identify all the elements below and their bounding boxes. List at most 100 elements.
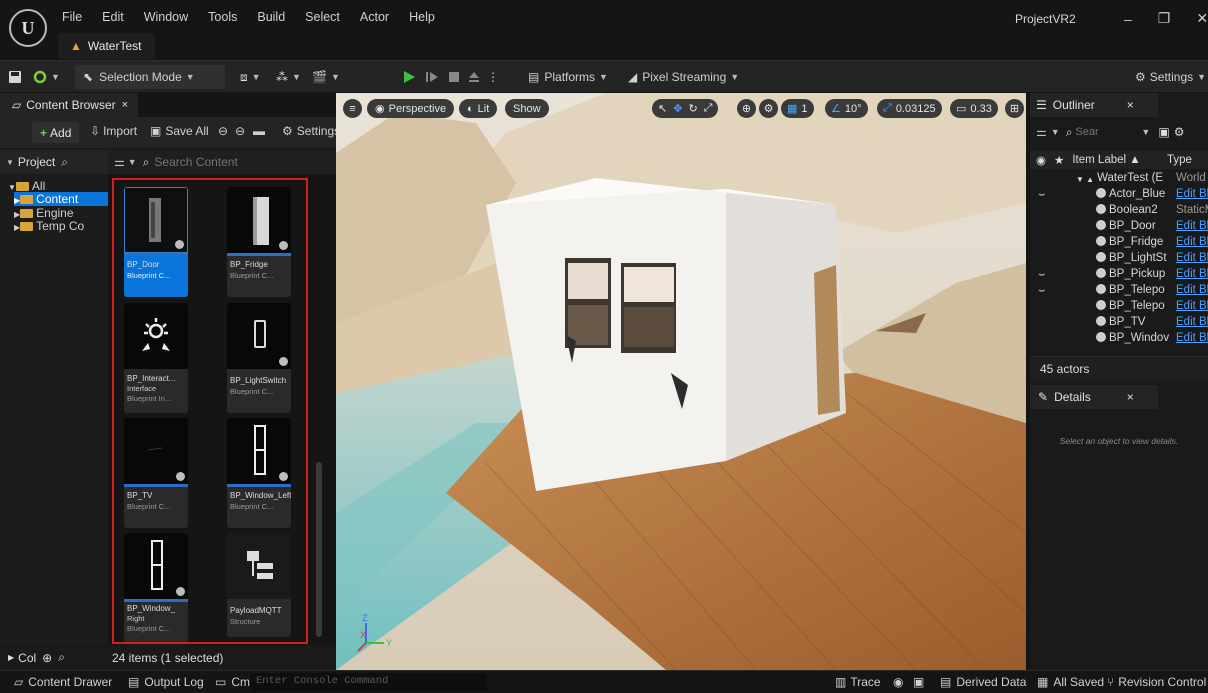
level-viewport[interactable]: Z Y X (336, 93, 1026, 670)
outliner-row[interactable]: Boolean2 StaticM (1030, 204, 1208, 220)
outliner-row-type[interactable]: Edit Bl (1176, 268, 1208, 280)
close-icon[interactable]: ✕ (1196, 10, 1208, 27)
grid-snap-button[interactable]: ▦ 1 (781, 99, 814, 118)
tab-outliner[interactable]: ☰ Outliner × (1030, 93, 1158, 117)
outliner-row[interactable]: BP_TV Edit Bl (1030, 316, 1208, 332)
search-content-input[interactable] (154, 155, 305, 169)
all-saved-button[interactable]: ▦ All Saved (1037, 675, 1104, 689)
menu-edit[interactable]: Edit (102, 10, 124, 24)
cb-settings-button[interactable]: ⚙ Settings (282, 124, 336, 138)
star-icon[interactable]: ★ (1054, 153, 1064, 167)
rotate-tool-icon[interactable]: ↻ (688, 102, 697, 115)
play-button[interactable] (402, 61, 416, 93)
outliner-row[interactable]: BP_Telepo Edit Bl (1030, 300, 1208, 316)
save-all-button[interactable]: ▣ Save All (150, 124, 209, 138)
maximize-viewport-icon[interactable]: ⊞ (1005, 99, 1024, 118)
add-actor-button[interactable]: ⧈ ▼ (240, 61, 261, 93)
outliner-col-label[interactable]: Item Label ▲ (1072, 154, 1140, 166)
visibility-icon[interactable]: ◉ (1036, 153, 1046, 167)
console-input[interactable]: Enter Console Command (250, 673, 487, 691)
outliner-row[interactable]: BP_Windov Edit Bl (1030, 332, 1208, 348)
tree-item-all[interactable]: ▼ All (8, 179, 45, 193)
outliner-row[interactable]: ⌣ Actor_Blue Edit Bl (1030, 188, 1208, 204)
revision-control-button[interactable]: ⑂ Revision Control (1107, 675, 1206, 689)
platforms-dropdown[interactable]: ▤ Platforms ▼ (528, 61, 608, 93)
menu-actor[interactable]: Actor (360, 10, 389, 24)
minimize-icon[interactable]: – (1124, 11, 1132, 27)
camera-speed-button[interactable]: ▭ 0.33 (950, 99, 998, 118)
close-tab-icon[interactable]: × (1127, 390, 1134, 404)
menu-file[interactable]: File (62, 10, 82, 24)
sources-header[interactable]: ▼ Project ⌕ (0, 150, 108, 174)
history-back-icon[interactable]: ⊖ (218, 124, 228, 138)
close-tab-icon[interactable]: × (122, 99, 128, 111)
outliner-search-input[interactable] (1075, 126, 1122, 138)
outliner-col-type[interactable]: Type (1167, 154, 1192, 166)
viewport-menu-button[interactable]: ≡ (343, 99, 362, 118)
outliner-row-type[interactable]: Edit Bl (1176, 300, 1208, 312)
scale-tool-icon[interactable]: ⤢ (704, 102, 713, 115)
translate-tool-icon[interactable]: ✥ (673, 102, 682, 115)
menu-window[interactable]: Window (144, 10, 188, 24)
menu-help[interactable]: Help (409, 10, 435, 24)
scale-snap-button[interactable]: ⤢ 0.03125 (877, 99, 942, 118)
close-tab-icon[interactable]: × (1127, 98, 1134, 112)
outliner-row[interactable]: ▼ ▲ WaterTest (E World (1030, 172, 1208, 188)
filter-icon[interactable]: ⚌ (114, 155, 125, 169)
history-forward-icon[interactable]: ⊖ (235, 124, 245, 138)
cinematics-button[interactable]: 🎬 ▼ (312, 61, 340, 93)
rotation-snap-button[interactable]: ∠ 10° (825, 99, 868, 118)
output-log-button[interactable]: ▤ Output Log (128, 675, 204, 689)
tree-item-temp[interactable]: ▶ Temp Co (14, 219, 84, 233)
outliner-row[interactable]: ⌣ BP_Telepo Edit Bl (1030, 284, 1208, 300)
outliner-row-type[interactable]: Edit Bl (1176, 220, 1208, 232)
play-options-icon[interactable]: ⋮ (487, 61, 499, 93)
visibility-toggle-icon[interactable]: ⌣ (1038, 284, 1046, 297)
visibility-toggle-icon[interactable]: ⌣ (1038, 188, 1046, 201)
asset-grid-scrollbar[interactable] (316, 462, 322, 637)
tab-content-browser[interactable]: ▱ Content Browser × (0, 93, 139, 117)
search-icon[interactable]: ⌕ (58, 650, 65, 665)
import-button[interactable]: ⇩ Import (90, 124, 137, 138)
step-button[interactable] (425, 61, 439, 93)
add-folder-icon[interactable]: ▣ (1158, 125, 1169, 139)
world-local-icon[interactable]: ⊕ (737, 99, 756, 118)
content-drawer-button[interactable]: ▱ Content Drawer (14, 675, 112, 689)
collections-header[interactable]: ▶ Col ⊕ ⌕ (8, 645, 65, 670)
source-control-button[interactable]: ▼ (33, 61, 60, 93)
settings-dropdown[interactable]: ⚙ Settings ▼ (1135, 61, 1206, 93)
visibility-toggle-icon[interactable]: ⌣ (1038, 268, 1046, 281)
menu-select[interactable]: Select (305, 10, 340, 24)
unreal-logo-icon[interactable]: U (9, 9, 47, 47)
outliner-row-type[interactable]: Edit Bl (1176, 316, 1208, 328)
tab-details[interactable]: ✎ Details × (1030, 385, 1158, 409)
show-button[interactable]: Show (505, 99, 549, 118)
eject-button[interactable] (468, 61, 480, 93)
record-icon[interactable]: ◉ (893, 675, 903, 689)
lit-button[interactable]: ◐ Lit (459, 99, 498, 118)
level-tab[interactable]: ▲ WaterTest (58, 33, 156, 59)
blueprints-button[interactable]: ⁂ ▼ (276, 61, 301, 93)
menu-build[interactable]: Build (257, 10, 285, 24)
outliner-row-type[interactable]: Edit Bl (1176, 252, 1208, 264)
select-tool-icon[interactable]: ↖ (658, 102, 667, 115)
tree-item-content[interactable]: ▶ Content (14, 192, 108, 206)
search-icon[interactable]: ⌕ (61, 155, 68, 170)
filter-icon[interactable]: ⚌ (1036, 125, 1047, 139)
selection-mode-dropdown[interactable]: ⬉ Selection Mode ▼ (75, 65, 225, 89)
surface-snap-icon[interactable]: ⚙ (759, 99, 778, 118)
outliner-row[interactable]: BP_Door Edit Bl (1030, 220, 1208, 236)
outliner-row[interactable]: ⌣ BP_Pickup Edit Bl (1030, 268, 1208, 284)
menu-tools[interactable]: Tools (208, 10, 237, 24)
stop-button[interactable] (448, 61, 460, 93)
trace-button[interactable]: ▥ Trace (835, 675, 881, 689)
outliner-row-type[interactable]: Edit Bl (1176, 236, 1208, 248)
gear-icon[interactable]: ⚙ (1174, 125, 1185, 139)
add-button[interactable]: + Add (32, 122, 80, 143)
outliner-row-type[interactable]: Edit Bl (1176, 188, 1208, 200)
snapshot-icon[interactable]: ▣ (913, 675, 924, 689)
outliner-row-type[interactable]: Edit Bl (1176, 284, 1208, 296)
perspective-button[interactable]: ◉ Perspective (367, 99, 455, 118)
outliner-row[interactable]: BP_LightSt Edit Bl (1030, 252, 1208, 268)
folder-icon[interactable]: ▬ (253, 124, 265, 138)
